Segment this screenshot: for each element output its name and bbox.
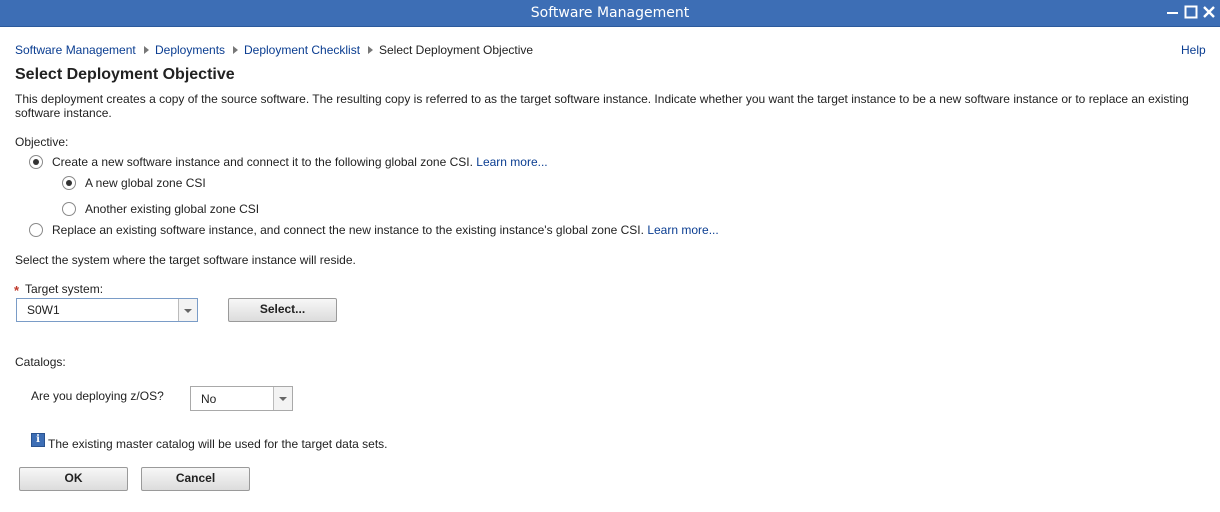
radio-new-global-zone-csi[interactable] [62, 176, 76, 190]
minimize-icon[interactable] [1165, 4, 1181, 20]
deploying-zos-select[interactable]: No [190, 386, 293, 411]
create-new-instance-label: Create a new software instance and conne… [52, 155, 473, 169]
existing-global-zone-csi-label: Another existing global zone CSI [85, 202, 260, 216]
radio-create-new-instance[interactable] [29, 155, 43, 169]
title-bar: Software Management [0, 0, 1220, 27]
deploying-zos-value: No [201, 392, 217, 406]
create-new-instance-row: Create a new software instance and conne… [52, 155, 548, 169]
breadcrumb-deployments[interactable]: Deployments [155, 43, 225, 57]
chevron-right-icon [368, 46, 373, 54]
breadcrumb-deployment-checklist[interactable]: Deployment Checklist [244, 43, 360, 57]
chevron-right-icon [233, 46, 238, 54]
radio-replace-existing-instance[interactable] [29, 223, 43, 237]
select-target-button[interactable]: Select... [228, 298, 337, 322]
chevron-right-icon [144, 46, 149, 54]
target-system-combobox[interactable]: S0W1 [16, 298, 198, 322]
ok-button[interactable]: OK [19, 467, 128, 491]
breadcrumb-software-management[interactable]: Software Management [15, 43, 136, 57]
breadcrumb-current: Select Deployment Objective [379, 43, 534, 57]
objective-label: Objective: [15, 135, 69, 149]
catalog-info-text: The existing master catalog will be used… [48, 437, 388, 451]
cancel-button[interactable]: Cancel [141, 467, 250, 491]
catalogs-label: Catalogs: [15, 355, 66, 369]
radio-existing-global-zone-csi[interactable] [62, 202, 76, 216]
new-global-zone-csi-label: A new global zone CSI [85, 176, 206, 190]
replace-existing-instance-row: Replace an existing software instance, a… [52, 223, 719, 237]
chevron-down-icon[interactable] [178, 299, 197, 321]
chevron-down-icon[interactable] [273, 387, 292, 410]
learn-more-link-replace[interactable]: Learn more... [647, 223, 718, 237]
target-instruction: Select the system where the target softw… [15, 253, 356, 267]
deploying-zos-label: Are you deploying z/OS? [31, 389, 164, 403]
page-title: Select Deployment Objective [15, 66, 235, 83]
replace-existing-instance-label: Replace an existing software instance, a… [52, 223, 644, 237]
window-title: Software Management [530, 5, 690, 21]
close-icon[interactable] [1201, 4, 1217, 20]
learn-more-link-new[interactable]: Learn more... [476, 155, 547, 169]
target-system-value[interactable]: S0W1 [27, 303, 60, 317]
target-system-label: Target system: [25, 282, 104, 296]
page-description: This deployment creates a copy of the so… [15, 92, 1189, 120]
required-marker: * [14, 283, 20, 298]
help-link[interactable]: Help [1181, 43, 1206, 57]
info-icon: i [31, 433, 45, 447]
maximize-icon[interactable] [1183, 4, 1199, 20]
